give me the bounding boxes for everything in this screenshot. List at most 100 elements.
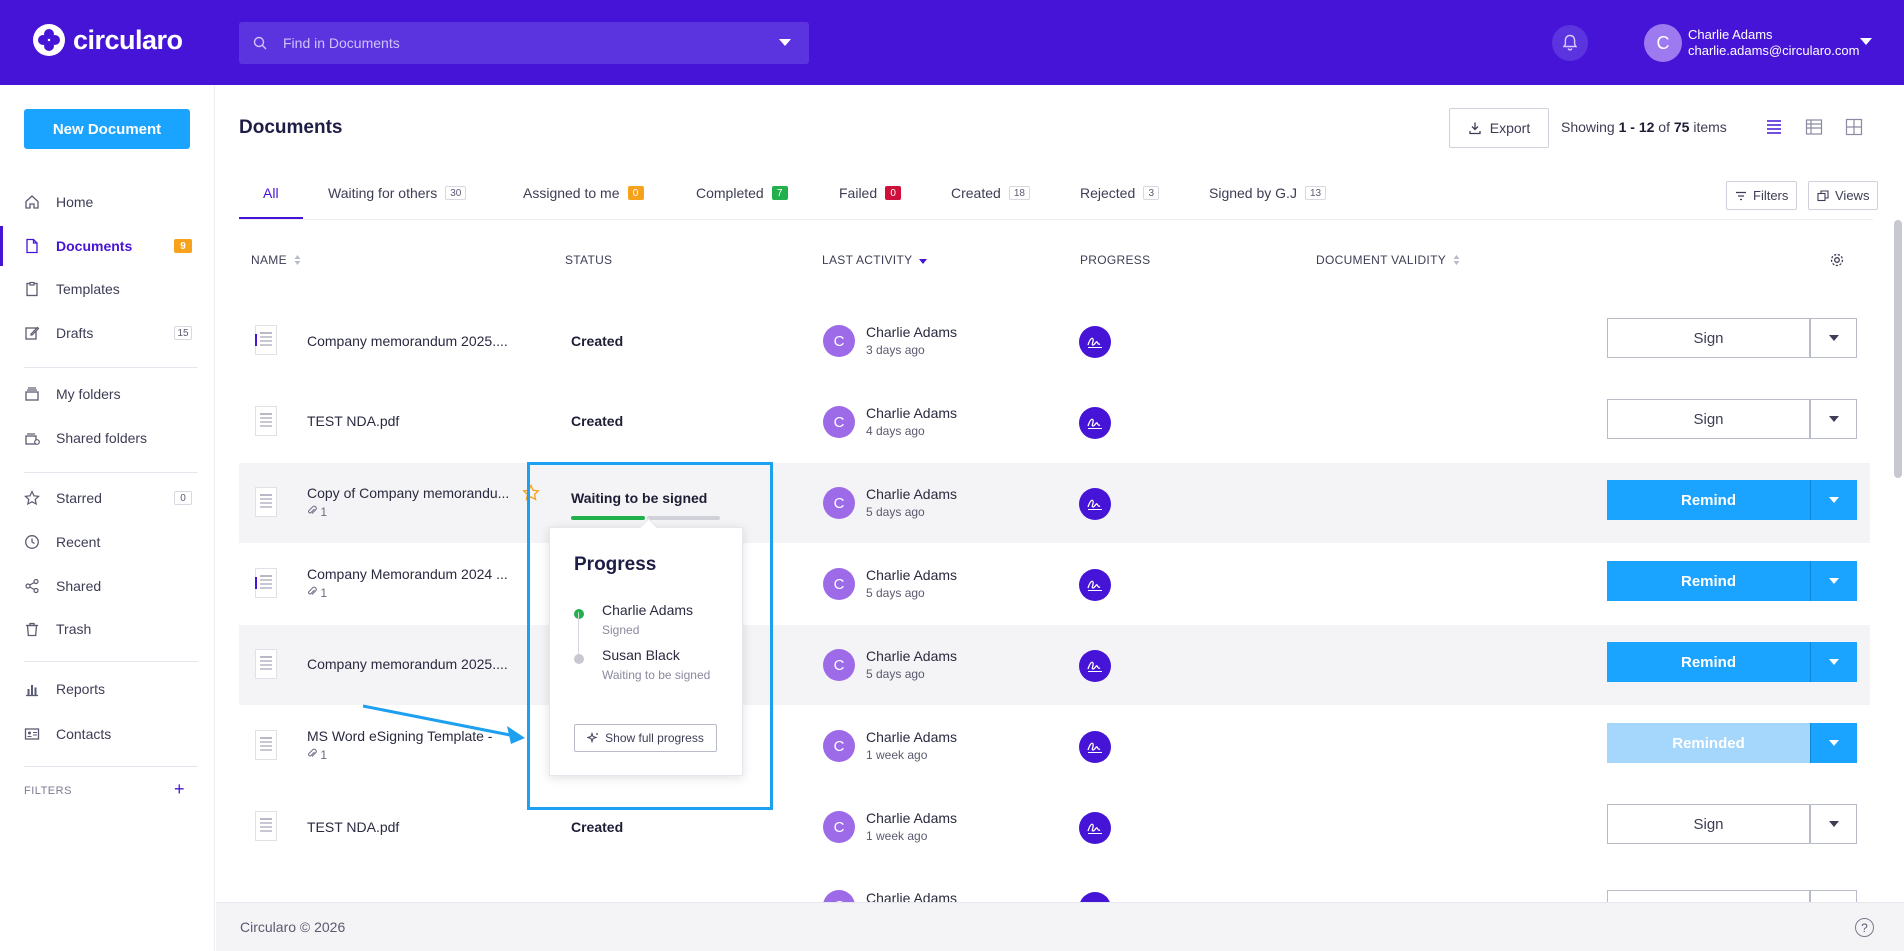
column-header-name[interactable]: NAME <box>251 253 302 267</box>
row-actions-dropdown[interactable] <box>1810 890 1857 902</box>
row-actions-dropdown[interactable] <box>1810 804 1857 844</box>
notifications-button[interactable] <box>1552 25 1588 61</box>
sidebar-item-label: Starred <box>56 490 102 506</box>
sidebar-item-shared-folders[interactable]: Shared folders <box>0 418 214 458</box>
help-icon[interactable]: ? <box>1855 918 1874 937</box>
sidebar-item-reports[interactable]: Reports <box>0 669 214 709</box>
document-thumbnail[interactable] <box>255 811 277 841</box>
tab-created[interactable]: Created 18 <box>951 185 1030 201</box>
row-actions-dropdown[interactable] <box>1810 399 1857 439</box>
sign-button[interactable]: Sign <box>1607 399 1810 439</box>
remind-button[interactable]: Remind <box>1607 561 1810 601</box>
add-filter-button[interactable]: + <box>174 779 185 800</box>
table-row[interactable]: Company memorandum 2025.... Created C Ch… <box>239 301 1870 381</box>
search-dropdown-icon[interactable] <box>779 39 791 46</box>
column-header-status: STATUS <box>565 253 612 267</box>
showing-total: 75 <box>1673 119 1690 135</box>
signature-progress-icon[interactable] <box>1079 892 1111 902</box>
tab-waiting-for-others[interactable]: Waiting for others 30 <box>328 185 467 201</box>
tab-assigned-to-me[interactable]: Assigned to me 0 <box>523 185 644 201</box>
sidebar-item-label: Reports <box>56 681 106 697</box>
tab-label: Rejected <box>1080 185 1136 201</box>
signature-progress-icon[interactable] <box>1079 812 1111 844</box>
tab-all[interactable]: All <box>263 185 279 201</box>
logo-text: circularo <box>73 24 183 55</box>
scrollbar[interactable] <box>1894 220 1902 478</box>
signature-progress-icon[interactable] <box>1079 731 1111 763</box>
table-row[interactable]: Company Memorandum 2024 ... 1 C Charlie … <box>239 544 1870 624</box>
sidebar-item-contacts[interactable]: Contacts <box>0 714 214 754</box>
sidebar-item-shared[interactable]: Shared <box>0 566 214 606</box>
document-name[interactable]: Company memorandum 2025.... <box>307 656 508 672</box>
table-row[interactable]: TEST NDA.pdf Created C Charlie Adams 4 d… <box>239 382 1870 462</box>
tab-signed-by-gj[interactable]: Signed by G.J 13 <box>1209 185 1327 201</box>
tab-completed[interactable]: Completed 7 <box>696 185 788 201</box>
showing-of: of <box>1658 119 1670 135</box>
views-button[interactable]: Views <box>1808 181 1879 210</box>
export-button[interactable]: Export <box>1449 108 1549 148</box>
signature-progress-icon[interactable] <box>1079 650 1111 682</box>
show-full-progress-button[interactable]: Show full progress <box>574 724 717 752</box>
sidebar-item-my-folders[interactable]: My folders <box>0 374 214 414</box>
row-actions-dropdown[interactable] <box>1810 318 1857 358</box>
row-actions-dropdown[interactable] <box>1810 642 1857 682</box>
avatar: C <box>823 649 855 681</box>
table-view-icon[interactable] <box>1805 118 1823 136</box>
document-thumbnail[interactable] <box>255 406 277 436</box>
document-name[interactable]: Company memorandum 2025.... <box>307 333 508 349</box>
grid-view-icon[interactable] <box>1845 118 1863 136</box>
document-name[interactable]: Company Memorandum 2024 ... <box>307 566 508 582</box>
document-thumbnail[interactable] <box>255 649 277 679</box>
sidebar-item-recent[interactable]: Recent <box>0 522 214 562</box>
column-header-last-activity[interactable]: LAST ACTIVITY <box>822 253 928 267</box>
column-header-document-validity[interactable]: DOCUMENT VALIDITY <box>1316 253 1461 267</box>
sidebar-item-trash[interactable]: Trash <box>0 609 214 649</box>
sidebar-item-label: Shared folders <box>56 430 148 446</box>
table-row[interactable]: Copy of Company memorandu... 1 Waiting t… <box>239 463 1870 543</box>
user-menu-chevron-icon[interactable] <box>1860 38 1872 45</box>
remind-button[interactable]: Remind <box>1607 480 1810 520</box>
document-thumbnail[interactable] <box>255 487 277 517</box>
clock-icon <box>25 535 39 549</box>
row-actions-dropdown[interactable] <box>1810 723 1857 763</box>
table-row[interactable]: C Charlie Adams <box>239 868 1870 902</box>
document-thumbnail[interactable] <box>255 325 277 355</box>
filters-button[interactable]: Filters <box>1726 181 1798 210</box>
document-name[interactable]: Copy of Company memorandu... <box>307 485 509 501</box>
signature-progress-icon[interactable] <box>1079 407 1111 439</box>
sign-button[interactable]: Sign <box>1607 804 1810 844</box>
new-document-button[interactable]: New Document <box>24 109 190 149</box>
top-bar: circularo Find in Documents C Charlie Ad… <box>0 0 1904 85</box>
user-name[interactable]: Charlie Adams <box>1688 27 1773 42</box>
table-row[interactable]: Company memorandum 2025.... C Charlie Ad… <box>239 625 1870 705</box>
document-thumbnail[interactable] <box>255 730 277 760</box>
user-avatar[interactable]: C <box>1644 24 1682 62</box>
user-email[interactable]: charlie.adams@circularo.com <box>1688 43 1859 58</box>
activity-user: Charlie Adams <box>866 890 958 902</box>
table-row[interactable]: TEST NDA.pdf Created C Charlie Adams 1 w… <box>239 787 1870 867</box>
activity-time: 5 days ago <box>866 505 925 519</box>
sidebar-item-starred[interactable]: Starred 0 <box>0 478 214 518</box>
list-view-icon[interactable] <box>1765 118 1783 136</box>
sidebar-item-home[interactable]: Home <box>0 182 214 222</box>
row-actions-dropdown[interactable] <box>1810 480 1857 520</box>
document-name[interactable]: TEST NDA.pdf <box>307 819 399 835</box>
sidebar-item-documents[interactable]: Documents 9 <box>0 226 214 266</box>
bar-chart-icon <box>26 685 38 697</box>
logo[interactable]: circularo <box>33 24 183 56</box>
sidebar-item-templates[interactable]: Templates <box>0 269 214 309</box>
tab-rejected[interactable]: Rejected 3 <box>1080 185 1160 201</box>
row-actions-dropdown[interactable] <box>1810 561 1857 601</box>
sign-button[interactable] <box>1607 890 1810 902</box>
sidebar-item-drafts[interactable]: Drafts 15 <box>0 313 214 353</box>
signature-progress-icon[interactable] <box>1079 326 1111 358</box>
signature-progress-icon[interactable] <box>1079 488 1111 520</box>
document-name[interactable]: TEST NDA.pdf <box>307 413 399 429</box>
signature-progress-icon[interactable] <box>1079 569 1111 601</box>
tab-failed[interactable]: Failed 0 <box>839 185 902 201</box>
remind-button[interactable]: Remind <box>1607 642 1810 682</box>
gear-icon[interactable] <box>1829 252 1845 268</box>
search-input[interactable]: Find in Documents <box>239 22 809 64</box>
sign-button[interactable]: Sign <box>1607 318 1810 358</box>
document-thumbnail[interactable] <box>255 568 277 598</box>
